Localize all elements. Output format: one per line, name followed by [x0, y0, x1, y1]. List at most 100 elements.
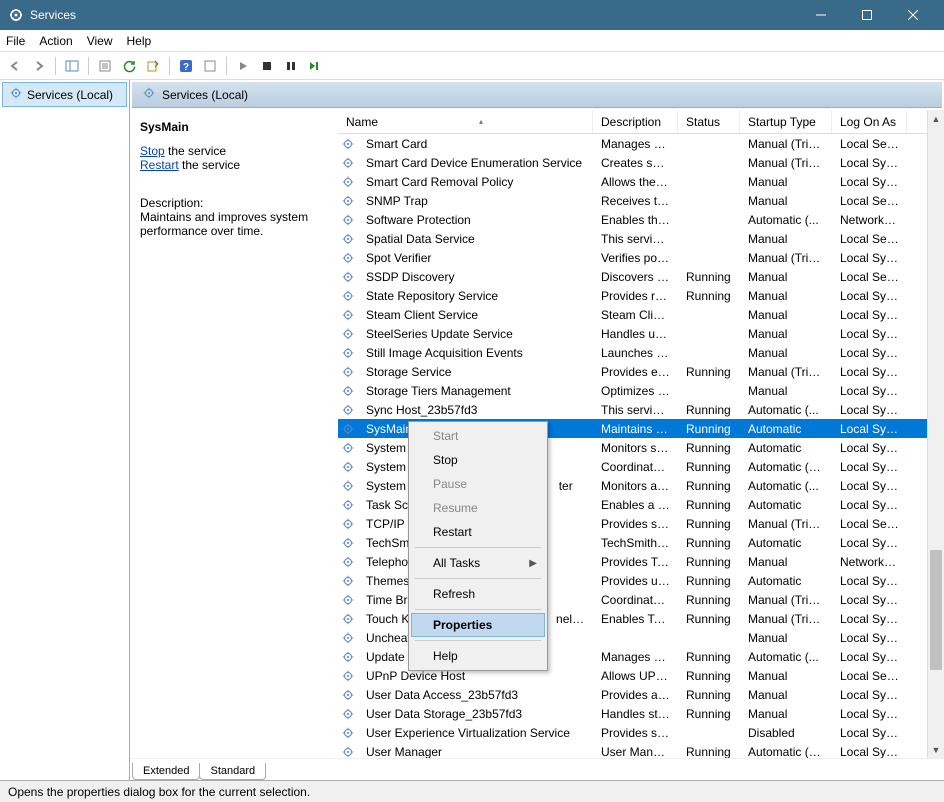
table-row[interactable]: User Experience Virtualization ServicePr…: [338, 723, 944, 742]
ctx-start[interactable]: Start: [411, 424, 545, 448]
ctx-help[interactable]: Help: [411, 644, 545, 668]
cell-status: Running: [678, 498, 740, 512]
properties-button[interactable]: [94, 55, 116, 77]
ctx-properties[interactable]: Properties: [411, 613, 545, 637]
stop-link[interactable]: Stop: [140, 144, 165, 158]
table-row[interactable]: SNMP TrapReceives tra...ManualLocal Serv…: [338, 191, 944, 210]
cell-startup: Manual (Trig...: [740, 593, 832, 607]
cell-description: Coordinates...: [593, 460, 678, 474]
maximize-button[interactable]: [844, 0, 890, 30]
scroll-thumb[interactable]: [930, 550, 942, 670]
refresh-button[interactable]: [118, 55, 140, 77]
cell-name: Spot Verifier: [358, 251, 593, 265]
cell-status: Running: [678, 669, 740, 683]
cell-startup: Automatic (...: [740, 479, 832, 493]
table-row[interactable]: SteelSeries Update ServiceHandles up...M…: [338, 324, 944, 343]
service-icon: [338, 327, 358, 341]
service-icon: [338, 270, 358, 284]
ctx-pause[interactable]: Pause: [411, 472, 545, 496]
cell-name: Smart Card Removal Policy: [358, 175, 593, 189]
restart-link[interactable]: Restart: [140, 158, 179, 172]
col-header-status[interactable]: Status: [678, 110, 740, 133]
help-button[interactable]: ?: [175, 55, 197, 77]
start-service-button[interactable]: [232, 55, 254, 77]
table-row[interactable]: Sync Host_23b57fd3This service ...Runnin…: [338, 400, 944, 419]
menu-help[interactable]: Help: [127, 34, 152, 48]
restart-service-button[interactable]: [304, 55, 326, 77]
cell-logon: Local Syste...: [832, 498, 907, 512]
help2-button[interactable]: [199, 55, 221, 77]
tree-item-services-local[interactable]: Services (Local): [2, 82, 127, 107]
table-row[interactable]: Steam Client ServiceSteam Clien...Manual…: [338, 305, 944, 324]
cell-startup: Manual: [740, 270, 832, 284]
table-row[interactable]: Storage Tiers ManagementOptimizes t...Ma…: [338, 381, 944, 400]
cell-logon: Local Syste...: [832, 574, 907, 588]
menu-action[interactable]: Action: [39, 34, 72, 48]
left-tree-pane: Services (Local): [0, 80, 130, 780]
forward-button[interactable]: [28, 55, 50, 77]
service-icon: [338, 574, 358, 588]
ctx-refresh[interactable]: Refresh: [411, 582, 545, 606]
stop-service-button[interactable]: [256, 55, 278, 77]
col-header-startup[interactable]: Startup Type: [740, 110, 832, 133]
ctx-stop[interactable]: Stop: [411, 448, 545, 472]
export-button[interactable]: [142, 55, 164, 77]
cell-status: Running: [678, 574, 740, 588]
table-row[interactable]: Smart Card Removal PolicyAllows the s...…: [338, 172, 944, 191]
service-icon: [338, 308, 358, 322]
col-header-name[interactable]: Name▴: [338, 110, 593, 133]
cell-description: Enables a us...: [593, 498, 678, 512]
service-icon: [338, 137, 358, 151]
cell-status: Running: [678, 365, 740, 379]
table-row[interactable]: Software ProtectionEnables the ...Automa…: [338, 210, 944, 229]
cell-startup: Automatic: [740, 536, 832, 550]
close-button[interactable]: [890, 0, 936, 30]
service-icon: [338, 726, 358, 740]
cell-logon: Local Syste...: [832, 612, 907, 626]
show-hide-tree-button[interactable]: [61, 55, 83, 77]
table-row[interactable]: User Data Storage_23b57fd3Handles sto...…: [338, 704, 944, 723]
tab-standard[interactable]: Standard: [199, 763, 266, 780]
cell-logon: Local Syste...: [832, 346, 907, 360]
scroll-up-button[interactable]: ▲: [928, 110, 944, 127]
table-row[interactable]: SSDP DiscoveryDiscovers n...RunningManua…: [338, 267, 944, 286]
table-row[interactable]: Smart CardManages ac...Manual (Trig...Lo…: [338, 134, 944, 153]
tab-extended[interactable]: Extended: [132, 763, 200, 780]
cell-logon: Local Syste...: [832, 156, 907, 170]
cell-description: This service ...: [593, 403, 678, 417]
table-row[interactable]: Still Image Acquisition EventsLaunches a…: [338, 343, 944, 362]
scroll-down-button[interactable]: ▼: [928, 741, 944, 758]
table-row[interactable]: User ManagerUser Manag...RunningAutomati…: [338, 742, 944, 758]
table-row[interactable]: Smart Card Device Enumeration ServiceCre…: [338, 153, 944, 172]
service-icon: [338, 498, 358, 512]
cell-status: Running: [678, 555, 740, 569]
col-header-description[interactable]: Description: [593, 110, 678, 133]
service-icon: [338, 707, 358, 721]
cell-logon: Local Syste...: [832, 726, 907, 740]
menu-view[interactable]: View: [87, 34, 113, 48]
ctx-all-tasks[interactable]: All Tasks▶: [411, 551, 545, 575]
cell-description: Receives tra...: [593, 194, 678, 208]
minimize-button[interactable]: [798, 0, 844, 30]
table-row[interactable]: Storage ServiceProvides en...RunningManu…: [338, 362, 944, 381]
service-icon: [338, 384, 358, 398]
cell-startup: Manual: [740, 688, 832, 702]
back-button[interactable]: [4, 55, 26, 77]
ctx-restart[interactable]: Restart: [411, 520, 545, 544]
cell-startup: Manual (Trig...: [740, 156, 832, 170]
menu-file[interactable]: File: [6, 34, 25, 48]
vertical-scrollbar[interactable]: ▲ ▼: [927, 110, 944, 758]
table-row[interactable]: Spot VerifierVerifies pote...Manual (Tri…: [338, 248, 944, 267]
ctx-resume[interactable]: Resume: [411, 496, 545, 520]
table-row[interactable]: State Repository ServiceProvides re...Ru…: [338, 286, 944, 305]
cell-logon: Local Syste...: [832, 308, 907, 322]
table-row[interactable]: Spatial Data ServiceThis service ...Manu…: [338, 229, 944, 248]
service-icon: [338, 251, 358, 265]
pause-service-button[interactable]: [280, 55, 302, 77]
col-header-logon[interactable]: Log On As: [832, 110, 907, 133]
cell-description: Provides su...: [593, 726, 678, 740]
table-row[interactable]: User Data Access_23b57fd3Provides ap...R…: [338, 685, 944, 704]
cell-logon: Local Service: [832, 517, 907, 531]
cell-name: Still Image Acquisition Events: [358, 346, 593, 360]
cell-name: Sync Host_23b57fd3: [358, 403, 593, 417]
